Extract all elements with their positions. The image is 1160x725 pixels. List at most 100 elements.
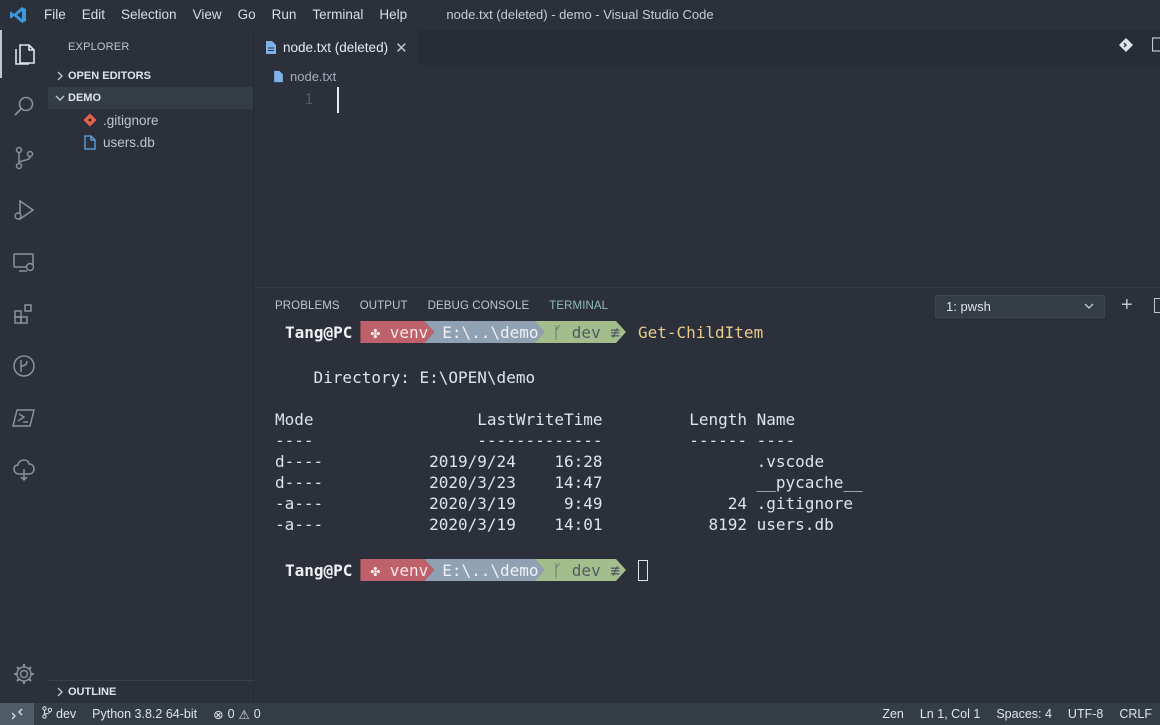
chevron-right-icon [52,684,68,700]
open-editors-label: OPEN EDITORS [68,70,151,82]
prompt-git-segment: ᚴ dev ≢ [535,321,626,343]
branch-icon: ᚴ [552,322,572,342]
terminal-row: d---- 2020/3/23 14:47 __pycache__ [275,473,863,492]
chevron-down-icon [52,90,68,106]
status-branch[interactable]: dev [34,706,84,722]
breadcrumb-file: node.txt [290,68,337,84]
source-control-icon[interactable] [0,134,48,182]
file-icon [265,40,277,55]
open-editors-section[interactable]: OPEN EDITORS [48,65,253,87]
live-share-icon[interactable] [0,446,48,494]
prompt-branch: dev ≢ [571,322,620,342]
status-spaces[interactable]: Spaces: 4 [988,707,1060,721]
status-problems[interactable]: ⊗ 0 ⚠ 0 [205,707,269,722]
status-zen[interactable]: Zen [874,707,912,721]
new-terminal-icon[interactable]: + [1121,294,1133,316]
powershell-icon[interactable] [0,394,48,442]
terminal-table-underline: ---- ------------- ------ ---- [275,431,796,450]
tab-terminal[interactable]: TERMINAL [549,300,608,312]
text-cursor [337,87,339,113]
bottom-panel: PROBLEMS OUTPUT DEBUG CONSOLE TERMINAL 1… [255,287,1160,703]
prompt-venv-segment: ✤ venv [360,559,434,581]
remote-explorer-icon[interactable] [0,238,48,286]
menu-terminal[interactable]: Terminal [304,0,371,30]
terminal-output[interactable]: Tang@PC ✤ venv E:\..\demo ᚴ dev ≢ Get-Ch… [275,318,863,584]
breadcrumb[interactable]: node.txt [255,65,1160,87]
git-icon [82,112,98,128]
explorer-sidebar: EXPLORER OPEN EDITORS DEMO .gitignore us… [48,30,254,703]
terminal-prompt: Tang@PC ✤ venv E:\..\demo ᚴ dev ≢ Get-Ch… [275,318,863,346]
split-editor-icon[interactable] [1151,37,1160,58]
menu-view[interactable]: View [185,0,230,30]
prompt-venv: venv [389,322,429,342]
activity-bar [0,30,48,703]
menu-go[interactable]: Go [230,0,264,30]
editor-area: node.txt (deleted) ✕ node.txt 1 [255,30,1160,287]
run-debug-icon[interactable] [0,186,48,234]
editor-actions [1118,30,1160,65]
prompt-path-segment: E:\..\demo [424,559,544,581]
title-bar: File Edit Selection View Go Run Terminal… [0,0,1160,30]
file-name: .gitignore [103,112,159,128]
error-icon: ⊗ [213,707,224,722]
menu-file[interactable]: File [36,0,74,30]
menu-help[interactable]: Help [371,0,415,30]
tab-output[interactable]: OUTPUT [360,300,408,312]
file-icon [273,70,284,83]
close-icon[interactable]: ✕ [395,39,408,57]
outline-section[interactable]: OUTLINE [48,680,254,703]
chevron-right-icon [52,68,68,84]
settings-gear-icon[interactable] [0,650,48,698]
explorer-icon[interactable] [0,30,48,78]
status-position[interactable]: Ln 1, Col 1 [912,707,988,721]
prompt-git-segment: ᚴ dev ≢ [535,559,626,581]
status-bar: dev Python 3.8.2 64-bit ⊗ 0 ⚠ 0 Zen Ln 1… [0,703,1160,725]
terminal-prompt: Tang@PC ✤ venv E:\..\demo ᚴ dev ≢ [275,556,863,584]
menu-edit[interactable]: Edit [74,0,113,30]
tab-debug-console[interactable]: DEBUG CONSOLE [428,300,530,312]
status-python[interactable]: Python 3.8.2 64-bit [84,707,205,721]
prompt-path: E:\..\demo [442,560,539,580]
prompt-venv: venv [389,560,429,580]
vscode-logo-icon [0,0,36,30]
outline-label: OUTLINE [68,686,117,698]
file-item-gitignore[interactable]: .gitignore [48,109,253,131]
python-icon: ✤ [370,560,390,580]
terminal-cursor [637,559,648,581]
menu-selection[interactable]: Selection [113,0,185,30]
terminal-select-value: 1: pwsh [946,299,991,314]
search-icon[interactable] [0,82,48,130]
warning-icon: ⚠ [238,707,250,722]
branch-icon [42,706,53,722]
menu-bar: File Edit Selection View Go Run Terminal… [36,0,415,30]
status-eol[interactable]: CRLF [1111,707,1160,721]
menu-run[interactable]: Run [264,0,305,30]
file-item-users-db[interactable]: users.db [48,131,253,153]
python-icon: ✤ [370,322,390,342]
file-icon [82,134,98,150]
prompt-branch: dev ≢ [571,560,620,580]
terminal-row: -a--- 2020/3/19 9:49 24 .gitignore [275,494,853,513]
open-changes-icon[interactable] [1118,37,1134,58]
tab-node-txt[interactable]: node.txt (deleted) ✕ [255,30,419,65]
prompt-user: Tang@PC [285,322,353,342]
editor-tabs: node.txt (deleted) ✕ [255,30,1160,65]
outline-header[interactable]: OUTLINE [48,681,254,703]
code-line[interactable]: 1 [255,87,1160,113]
split-terminal-icon[interactable] [1154,298,1160,313]
chevron-down-icon [1084,299,1094,314]
terminal-blank [275,388,863,409]
terminal-row: d---- 2019/9/24 16:28 .vscode [275,452,825,471]
tab-problems[interactable]: PROBLEMS [275,300,340,312]
extensions-icon[interactable] [0,290,48,338]
folder-section-demo[interactable]: DEMO [48,87,253,109]
remote-indicator-icon[interactable] [0,703,34,725]
status-encoding[interactable]: UTF-8 [1060,707,1111,721]
git-graph-icon[interactable] [0,342,48,390]
warning-count: 0 [253,707,261,721]
terminal-select[interactable]: 1: pwsh [935,295,1105,318]
terminal-blank [275,346,863,367]
status-right: Zen Ln 1, Col 1 Spaces: 4 UTF-8 CRLF [874,707,1160,721]
terminal-blank [275,535,863,556]
terminal-table-header: Mode LastWriteTime Length Name [275,410,796,429]
